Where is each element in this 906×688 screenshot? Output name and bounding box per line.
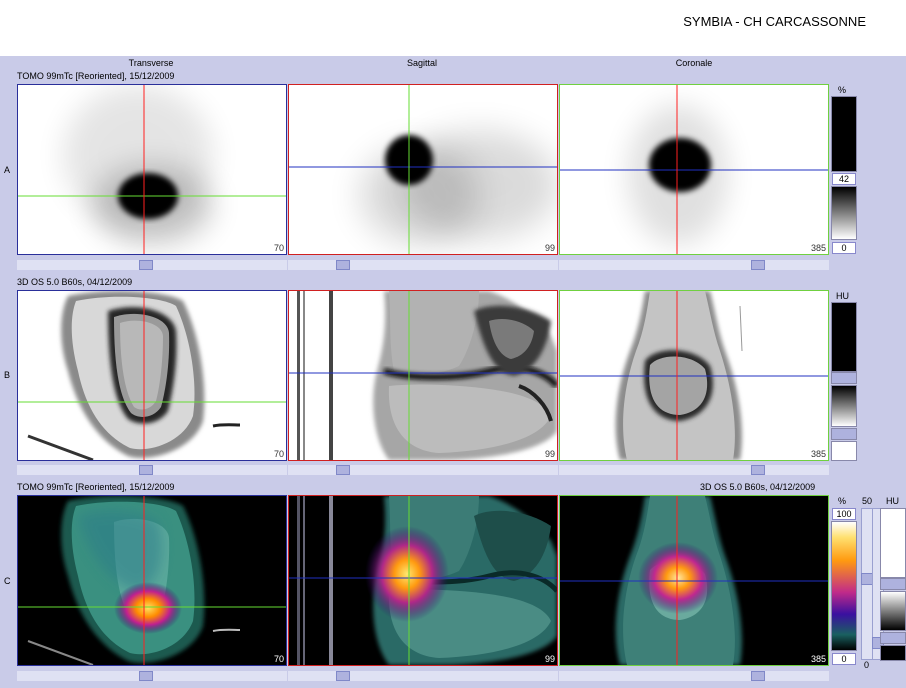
viewport-b-coronal[interactable]: 385	[559, 290, 829, 461]
scale-b-gradient-bar	[831, 385, 857, 427]
slider-b-coronal[interactable]	[559, 465, 829, 475]
scale-c-min-pct[interactable]: 0	[832, 653, 856, 665]
row-letter-c: C	[4, 576, 11, 586]
header-bar: SYMBIA - CH CARCASSONNE	[0, 0, 906, 56]
slider-thumb[interactable]	[336, 465, 350, 475]
viewport-c-sagittal[interactable]: 99	[288, 495, 558, 666]
viewport-a-transverse[interactable]: 70	[17, 84, 287, 255]
slice-number: 70	[273, 654, 284, 664]
slider-thumb[interactable]	[139, 465, 153, 475]
scale-c-pct-unit: %	[838, 496, 847, 506]
row-c-info-left: TOMO 99mTc [Reoriented], 15/12/2009	[17, 482, 175, 492]
viewport-c-coronal[interactable]: 385	[559, 495, 829, 666]
scale-b-lower-handle[interactable]	[831, 428, 857, 440]
slider-a-coronal[interactable]	[559, 260, 829, 270]
slider-thumb[interactable]	[751, 465, 765, 475]
scale-b-upper-handle[interactable]	[831, 372, 857, 384]
scale-c-hu-min: 0	[864, 660, 870, 670]
scale-b-white-bar	[831, 441, 857, 461]
scale-c-hu-gradient-bar	[880, 591, 906, 631]
slider-thumb[interactable]	[336, 260, 350, 270]
slider-thumb[interactable]	[139, 260, 153, 270]
hospital-title: SYMBIA - CH CARCASSONNE	[683, 14, 866, 29]
viewport-b-sagittal[interactable]: 99	[288, 290, 558, 461]
viewport-a-coronal[interactable]: 385	[559, 84, 829, 255]
slice-number: 385	[810, 449, 826, 459]
viewport-a-sagittal[interactable]: 99	[288, 84, 558, 255]
slider-thumb[interactable]	[336, 671, 350, 681]
row-b-info: 3D OS 5.0 B60s, 04/12/2009	[17, 277, 133, 287]
scale-c-max-pct[interactable]: 100	[832, 508, 856, 520]
slice-number: 70	[273, 243, 284, 253]
column-label-coronal: Coronale	[675, 58, 713, 68]
scale-b-black-bar	[831, 302, 857, 372]
viewport-c-transverse[interactable]: 70	[17, 495, 287, 666]
scale-a-unit: %	[838, 85, 847, 95]
slice-number: 70	[273, 449, 284, 459]
slider-b-transverse[interactable]	[17, 465, 287, 475]
row-letter-b: B	[4, 370, 11, 380]
slider-thumb[interactable]	[751, 260, 765, 270]
row-letter-a: A	[4, 165, 11, 175]
viewport-b-transverse[interactable]: 70	[17, 290, 287, 461]
slider-c-transverse[interactable]	[17, 671, 287, 681]
slider-c-coronal[interactable]	[559, 671, 829, 681]
slice-number: 385	[810, 243, 826, 253]
slice-number: 99	[544, 654, 555, 664]
scale-c-hu-white-bar	[880, 508, 906, 578]
scale-c-hu-unit: HU	[886, 496, 899, 506]
row-a-info: TOMO 99mTc [Reoriented], 15/12/2009	[17, 71, 175, 81]
slice-number: 99	[544, 243, 555, 253]
scale-c-color-bar	[831, 521, 857, 651]
scale-c-blend-value: 50	[862, 496, 873, 506]
scale-b-unit: HU	[836, 291, 849, 301]
slider-thumb[interactable]	[139, 671, 153, 681]
slice-number: 385	[810, 654, 826, 664]
column-label-sagittal: Sagittal	[406, 58, 438, 68]
scale-c-hu-black-bar	[880, 645, 906, 661]
slider-a-transverse[interactable]	[17, 260, 287, 270]
scale-a-black-bar	[831, 96, 857, 172]
scale-a-max-value[interactable]: 42	[832, 173, 856, 185]
scale-a-gradient-bar	[831, 186, 857, 240]
scale-a-min-value[interactable]: 0	[832, 242, 856, 254]
slice-number: 99	[544, 449, 555, 459]
slider-thumb[interactable]	[751, 671, 765, 681]
slider-c-sagittal[interactable]	[288, 671, 558, 681]
row-c-info-right: 3D OS 5.0 B60s, 04/12/2009	[700, 482, 816, 492]
slider-a-sagittal[interactable]	[288, 260, 558, 270]
scale-c-hu-upper-handle[interactable]	[880, 578, 906, 590]
slider-b-sagittal[interactable]	[288, 465, 558, 475]
scale-c-hu-lower-handle[interactable]	[880, 632, 906, 644]
column-label-transverse: Transverse	[128, 58, 174, 68]
